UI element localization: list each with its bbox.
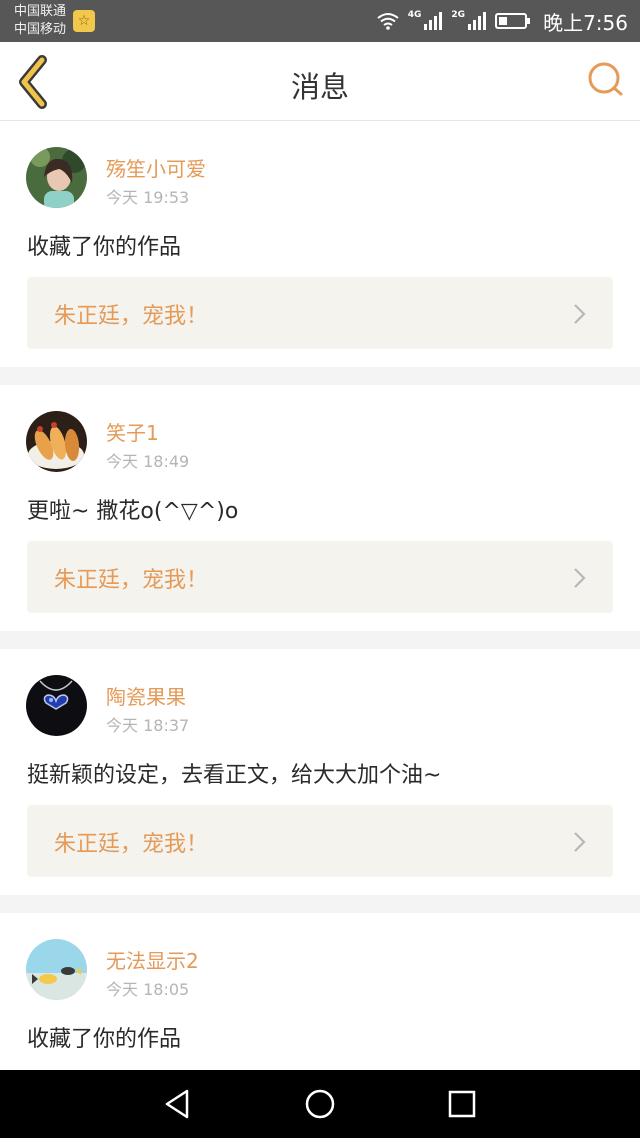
- message-text: 收藏了你的作品: [27, 1027, 182, 1052]
- timestamp: 今天 18:37: [106, 716, 190, 735]
- message-text: 更啦~ 撒花o(^▽^)o: [27, 499, 239, 524]
- username[interactable]: 殇笙小可爱: [106, 153, 206, 182]
- search-icon: [588, 62, 623, 96]
- timestamp: 今天 19:53: [106, 188, 190, 207]
- notification-app-icon: ☆: [73, 10, 95, 32]
- status-indicators: 4G 2G 晚上7:56: [376, 0, 628, 42]
- work-link[interactable]: 朱正廷，宠我！: [27, 541, 613, 613]
- search-button[interactable]: [586, 60, 626, 100]
- page-title: 消息: [290, 70, 349, 104]
- clock: 晚上7:56: [543, 10, 628, 35]
- wifi-icon: [377, 13, 399, 30]
- message-list: 殇笙小可爱 今天 19:53 收藏了你的作品 朱正廷，宠我！ 笑子1 今天 18…: [0, 121, 640, 1113]
- network-type-1: 4G: [407, 10, 422, 20]
- avatar[interactable]: [26, 411, 87, 472]
- triangle-back-icon: [165, 1089, 189, 1119]
- carrier-2: 中国移动: [14, 22, 67, 37]
- work-title: 朱正廷，宠我！: [54, 568, 209, 593]
- network-type-2: 2G: [451, 10, 466, 20]
- work-title: 朱正廷，宠我！: [54, 304, 209, 329]
- nav-recents-button[interactable]: [445, 1087, 479, 1121]
- username[interactable]: 陶瓷果果: [106, 681, 186, 710]
- avatar[interactable]: [26, 939, 87, 1000]
- chevron-right-icon: [574, 568, 586, 588]
- message-card: 陶瓷果果 今天 18:37 挺新颖的设定，去看正文，给大大加个油~ 朱正廷，宠我…: [0, 649, 640, 895]
- circle-home-icon: [305, 1089, 335, 1119]
- signal-icon: [424, 12, 443, 30]
- username[interactable]: 无法显示2: [106, 945, 199, 974]
- app-header: 消息: [0, 42, 640, 121]
- carrier-info: 中国联通 中国移动: [14, 3, 66, 39]
- work-link[interactable]: 朱正廷，宠我！: [27, 277, 613, 349]
- message-card: 殇笙小可爱 今天 19:53 收藏了你的作品 朱正廷，宠我！: [0, 121, 640, 367]
- username[interactable]: 笑子1: [106, 417, 159, 446]
- carrier-1: 中国联通: [14, 4, 67, 19]
- message-card: 笑子1 今天 18:49 更啦~ 撒花o(^▽^)o 朱正廷，宠我！: [0, 385, 640, 631]
- nav-home-button[interactable]: [303, 1087, 337, 1121]
- signal-icon-2: [468, 12, 487, 30]
- message-text: 收藏了你的作品: [27, 235, 182, 260]
- system-nav-bar: [0, 1070, 640, 1138]
- battery-icon: [495, 13, 531, 29]
- timestamp: 今天 18:05: [106, 980, 190, 999]
- work-link[interactable]: 朱正廷，宠我！: [27, 805, 613, 877]
- work-title: 朱正廷，宠我！: [54, 832, 209, 857]
- square-recents-icon: [448, 1090, 476, 1118]
- chevron-right-icon: [574, 832, 586, 852]
- timestamp: 今天 18:49: [106, 452, 190, 471]
- message-text: 挺新颖的设定，去看正文，给大大加个油~: [27, 763, 442, 788]
- nav-back-button[interactable]: [161, 1087, 195, 1121]
- avatar[interactable]: [26, 147, 87, 208]
- status-bar: 中国联通 中国移动 ☆ 4G 2G 晚上7:56: [0, 0, 640, 42]
- chevron-right-icon: [574, 304, 586, 324]
- avatar[interactable]: [26, 675, 87, 736]
